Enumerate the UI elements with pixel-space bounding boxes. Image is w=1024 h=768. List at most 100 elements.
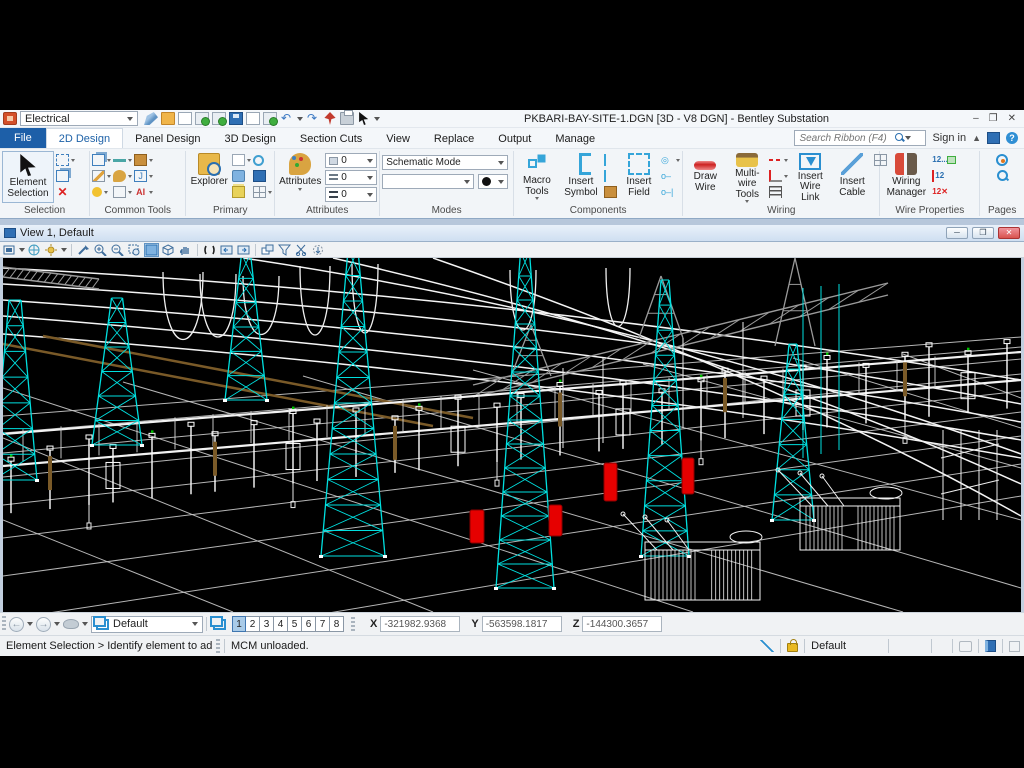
element-selection-button[interactable]: Element Selection	[2, 151, 54, 203]
view-previous-icon[interactable]	[219, 243, 234, 257]
update-view-icon[interactable]	[76, 243, 91, 257]
symbol-tag-icon[interactable]	[604, 170, 612, 182]
style-tool-icon[interactable]	[113, 170, 126, 182]
active-level-combo[interactable]: 0	[325, 153, 377, 168]
clear-selection-icon[interactable]: ✕	[56, 186, 69, 198]
dropdown-icon[interactable]	[676, 159, 680, 162]
copy-view-icon[interactable]	[260, 243, 275, 257]
tab-section-cuts[interactable]: Section Cuts	[288, 128, 374, 148]
clip-volume-icon[interactable]	[277, 243, 292, 257]
dropdown-icon[interactable]	[104, 191, 108, 194]
fit-view-icon[interactable]	[144, 243, 159, 257]
insert-cable-button[interactable]: Insert Cable	[832, 151, 872, 203]
view-attributes-icon[interactable]	[27, 243, 42, 257]
view-toggle-5[interactable]: 5	[288, 616, 302, 632]
multi-wire-tools-button[interactable]: Multi-wire Tools	[727, 151, 767, 203]
pan-view-icon[interactable]	[178, 243, 193, 257]
geographic-icon[interactable]	[253, 155, 264, 166]
saved-views-icon[interactable]	[63, 619, 79, 629]
wire-style-icon[interactable]	[769, 154, 782, 166]
measure-tool-icon[interactable]	[113, 154, 126, 166]
export-wire-icon[interactable]	[947, 156, 956, 164]
tab-file[interactable]: File	[0, 128, 46, 148]
x-coordinate-field[interactable]	[380, 616, 460, 632]
view-toggle-1[interactable]: 1	[232, 616, 246, 632]
annotate-tool-icon[interactable]	[92, 170, 105, 182]
view-toggle-4[interactable]: 4	[274, 616, 288, 632]
view-titlebar[interactable]: View 1, Default ─ ❐ ✕	[0, 225, 1024, 242]
dropdown-icon[interactable]	[107, 175, 111, 178]
toolbox-icon[interactable]	[604, 186, 617, 198]
connect-icon[interactable]	[987, 132, 1000, 144]
brightness-icon[interactable]	[44, 243, 59, 257]
element-selection-qat-icon[interactable]	[357, 112, 371, 125]
line-weight-combo[interactable]: 0	[325, 187, 377, 202]
rotate-view-icon[interactable]	[161, 243, 176, 257]
view-close-button[interactable]: ✕	[998, 227, 1020, 239]
active-level[interactable]: Default	[811, 640, 846, 652]
view-toggle-icon[interactable]	[213, 619, 226, 630]
wire-delete-number-icon[interactable]: 12✕	[932, 186, 945, 198]
link-tool-icon[interactable]	[92, 154, 105, 166]
view-minimize-button[interactable]: ─	[946, 227, 968, 239]
clip-mask-icon[interactable]	[294, 243, 309, 257]
search-dropdown-icon[interactable]	[905, 136, 911, 140]
view-toggle-7[interactable]: 7	[316, 616, 330, 632]
text-tool-icon[interactable]: AI	[134, 186, 147, 198]
view-toggle-8[interactable]: 8	[330, 616, 344, 632]
color-combo[interactable]	[478, 174, 508, 189]
dropdown-icon[interactable]	[27, 622, 33, 626]
workflow-select[interactable]: Electrical	[20, 111, 138, 126]
shape-tool-icon[interactable]	[113, 186, 126, 198]
symbol-number-icon[interactable]	[604, 154, 612, 166]
viewport[interactable]	[0, 258, 1024, 612]
view-toggle-3[interactable]: 3	[260, 616, 274, 632]
mode-combo[interactable]: Schematic Mode	[382, 155, 508, 170]
undo-dropdown-icon[interactable]	[297, 117, 303, 121]
wire-settings-icon[interactable]	[874, 154, 887, 166]
markup-icon[interactable]	[985, 640, 996, 652]
dropdown-icon[interactable]	[149, 175, 153, 178]
change-tracking-icon[interactable]	[959, 641, 972, 652]
ribbon-search[interactable]	[794, 130, 926, 146]
pin-icon[interactable]	[323, 112, 337, 125]
import-db-icon[interactable]	[212, 112, 226, 125]
new-file-icon[interactable]	[178, 112, 192, 125]
sign-in-link[interactable]: Sign in	[932, 132, 966, 144]
z-coordinate-field[interactable]	[582, 616, 662, 632]
pin-tool-icon[interactable]: o–|	[661, 186, 674, 198]
lock-icon[interactable]	[787, 643, 798, 652]
wire-corner-icon[interactable]	[769, 170, 782, 182]
macro-tools-button[interactable]: Macro Tools	[516, 151, 558, 203]
close-button[interactable]: ✕	[1008, 113, 1016, 124]
tab-3d-design[interactable]: 3D Design	[213, 128, 288, 148]
display-style-icon[interactable]	[2, 243, 17, 257]
models-icon[interactable]	[253, 170, 266, 182]
ladder-icon[interactable]	[769, 186, 782, 198]
tab-view[interactable]: View	[374, 128, 422, 148]
insert-field-button[interactable]: Insert Field	[619, 151, 659, 203]
terminal-tool-icon[interactable]: o–	[661, 170, 674, 182]
zoom-in-icon[interactable]	[93, 243, 108, 257]
levels-icon[interactable]	[232, 186, 245, 198]
view-toggle-2[interactable]: 2	[246, 616, 260, 632]
select-by-attributes-icon[interactable]	[56, 154, 69, 166]
print-icon[interactable]	[340, 112, 354, 125]
dropdown-icon[interactable]	[784, 175, 788, 178]
tab-output[interactable]: Output	[486, 128, 543, 148]
view-toggle-6[interactable]: 6	[302, 616, 316, 632]
dropdown-icon[interactable]	[54, 622, 60, 626]
open-file-icon[interactable]	[161, 112, 175, 125]
tab-2d-design[interactable]: 2D Design	[46, 128, 123, 148]
tab-replace[interactable]: Replace	[422, 128, 486, 148]
view-group-combo[interactable]: Default	[91, 616, 203, 633]
wiring-manager-button[interactable]: Wiring Manager	[882, 151, 930, 203]
walk-icon[interactable]	[202, 243, 217, 257]
app-icon[interactable]	[3, 112, 17, 125]
restore-button[interactable]: ❐	[989, 113, 998, 124]
dropdown-icon[interactable]	[247, 159, 251, 162]
insert-symbol-button[interactable]: Insert Symbol	[560, 151, 602, 203]
dropdown-icon[interactable]	[149, 191, 153, 194]
wire-number-icon[interactable]: 12...	[932, 154, 945, 166]
light-tool-icon[interactable]	[92, 187, 102, 197]
